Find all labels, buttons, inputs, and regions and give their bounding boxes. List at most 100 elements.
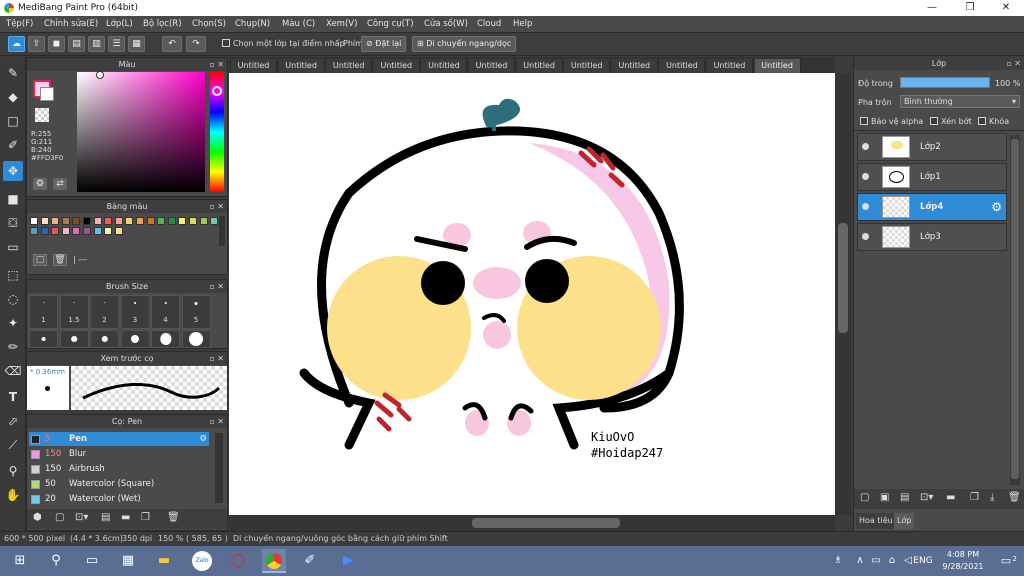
checkbox-box[interactable] xyxy=(222,39,230,47)
menu-select[interactable]: Chọn(S) xyxy=(192,19,226,29)
brush-item[interactable]: 5 Pen ⚙ xyxy=(29,432,209,446)
tab-untitled[interactable]: Untitled xyxy=(373,59,420,73)
delete-brush-icon[interactable]: 🗑 xyxy=(167,512,180,523)
brush-size-option[interactable]: 1 xyxy=(29,295,58,329)
panel-close-icon[interactable]: ▫ ✕ xyxy=(209,200,224,213)
brush-size-option[interactable]: 2 xyxy=(90,295,119,329)
task-view-icon[interactable]: ▭ xyxy=(80,549,104,573)
duplicate-icon[interactable]: ❐ xyxy=(141,512,150,523)
duplicate-layer-icon[interactable]: ❐ xyxy=(970,492,979,503)
saturation-value-picker[interactable] xyxy=(77,72,205,192)
color-switch-icon[interactable]: ⇄ xyxy=(53,178,67,190)
select-point-checkbox[interactable]: Chọn một lớp tại điểm nhấp xyxy=(222,39,345,48)
new-palette-icon[interactable]: ▢ xyxy=(33,254,47,266)
sub-color-swatch[interactable] xyxy=(40,87,54,101)
panel-close-icon[interactable]: ▫ ✕ xyxy=(209,58,224,71)
brush-settings-icon[interactable]: ▤ xyxy=(101,512,110,523)
tab-untitled[interactable]: Untitled xyxy=(564,59,611,73)
palette-swatch[interactable] xyxy=(93,217,102,225)
shape-tool-icon[interactable]: □ xyxy=(3,111,23,131)
tab-untitled[interactable]: Untitled xyxy=(326,59,373,73)
vertical-scrollbar[interactable] xyxy=(835,73,851,515)
eye-icon[interactable] xyxy=(862,233,869,240)
palette-swatch[interactable] xyxy=(125,217,134,225)
lasso-icon[interactable]: ◌ xyxy=(3,289,23,309)
alpha-lock-checkbox[interactable]: Bảo vệ alpha xyxy=(860,117,923,126)
brush-item[interactable]: 150 Blur xyxy=(29,447,209,461)
folder-icon[interactable]: ▬ xyxy=(121,512,130,523)
transparent-swatch[interactable] xyxy=(35,108,49,122)
tab-untitled[interactable]: Untitled xyxy=(421,59,468,73)
language-indicator[interactable]: ENG xyxy=(912,549,934,573)
list-icon[interactable]: ☰ xyxy=(108,36,125,52)
search-icon[interactable]: ⚲ xyxy=(44,549,68,573)
palette-swatch[interactable] xyxy=(136,217,144,225)
new-layer-icon[interactable]: ▢ xyxy=(860,492,869,503)
palette-swatch[interactable] xyxy=(30,227,38,235)
undo-icon[interactable]: ↶ xyxy=(162,36,182,52)
palette-scrollbar[interactable] xyxy=(219,216,225,246)
minimize-button[interactable]: — xyxy=(914,0,950,16)
brush-size-option[interactable]: 4 xyxy=(151,295,180,329)
divide-tool-icon[interactable]: ⟋ xyxy=(3,435,23,455)
layer-item[interactable]: Lớp2 xyxy=(857,133,1007,161)
add-brush-icon[interactable]: ⬢ xyxy=(33,512,42,523)
menu-layer[interactable]: Lớp(L) xyxy=(106,19,133,29)
new-halftone-layer-icon[interactable]: ▣ xyxy=(880,492,889,503)
new-brush-icon[interactable]: ▢ xyxy=(55,512,64,523)
palette-swatch[interactable] xyxy=(72,217,81,225)
palette-swatch[interactable] xyxy=(61,217,70,225)
palette-swatch[interactable] xyxy=(104,217,113,225)
lock-checkbox[interactable]: Khóa xyxy=(978,117,1009,126)
tab-untitled[interactable]: Untitled xyxy=(754,59,801,73)
brush-size-option[interactable] xyxy=(120,330,150,348)
brush-size-option[interactable] xyxy=(151,330,180,348)
tab-untitled[interactable]: Untitled xyxy=(516,59,563,73)
eraser-tool-icon[interactable]: ◆ xyxy=(3,87,23,107)
checkbox-box[interactable] xyxy=(930,117,938,125)
palette-swatch[interactable] xyxy=(167,217,176,225)
move-constraint-button[interactable]: ⊞ Di chuyển ngang/dọc xyxy=(412,36,517,52)
sv-cursor[interactable] xyxy=(96,71,104,79)
gradient-tool-icon[interactable]: ▭ xyxy=(3,237,23,257)
color-wheel-icon[interactable]: ❂ xyxy=(33,178,47,190)
tab-navigator[interactable]: Hoa tiêu xyxy=(856,513,896,529)
panel-close-icon[interactable]: ▫ ✕ xyxy=(1006,57,1021,70)
clip-checkbox[interactable]: Xén bớt xyxy=(930,117,972,126)
opacity-slider[interactable] xyxy=(900,77,990,88)
share-icon[interactable]: ⇪ xyxy=(28,36,45,52)
close-button[interactable]: ✕ xyxy=(988,0,1024,16)
menu-capture[interactable]: Chụp(N) xyxy=(235,19,270,29)
notification-icon[interactable]: ▭ 2 xyxy=(994,549,1018,573)
menu-filter[interactable]: Bộ lọc(R) xyxy=(143,19,182,29)
menu-view[interactable]: Xem(V) xyxy=(326,19,357,29)
brush-item[interactable]: 20 Watercolor (Wet) xyxy=(29,492,209,506)
layer-item-selected[interactable]: Lớp4 ⚙ xyxy=(857,193,1007,221)
select-rect-icon[interactable]: ⬚ xyxy=(3,265,23,285)
zalo-icon[interactable]: Zalo xyxy=(190,549,214,573)
menu-cloud[interactable]: Cloud xyxy=(477,19,501,29)
palette-swatch[interactable] xyxy=(114,227,123,235)
redo-icon[interactable]: ↷ xyxy=(186,36,206,52)
palette-swatch[interactable] xyxy=(199,217,208,225)
palette-swatch[interactable] xyxy=(104,227,113,235)
bucket-tool-icon[interactable]: ⛋ xyxy=(3,213,23,233)
palette-swatch[interactable] xyxy=(178,217,187,225)
brush-menu-icon[interactable]: ⊡▾ xyxy=(75,512,88,523)
clock[interactable]: 4:08 PM 9/28/2021 xyxy=(940,549,986,573)
palette-swatch[interactable] xyxy=(189,217,197,225)
brush-item[interactable]: 150 Airbrush xyxy=(29,462,209,476)
maximize-button[interactable]: ❐ xyxy=(952,0,988,16)
eye-icon[interactable] xyxy=(862,143,869,150)
layer-item[interactable]: Lớp1 xyxy=(857,163,1007,191)
palette-swatch[interactable] xyxy=(40,217,49,225)
eyedropper-icon[interactable]: ⚲ xyxy=(3,461,23,481)
gear-icon[interactable]: ⚙ xyxy=(199,432,207,446)
cloud-icon[interactable]: ☁ xyxy=(8,36,25,52)
horizontal-scrollbar[interactable] xyxy=(229,515,835,531)
palette-swatch[interactable] xyxy=(146,217,155,225)
panel-close-icon[interactable]: ▫ ✕ xyxy=(209,415,224,428)
zoom-app-icon[interactable]: ▶ xyxy=(336,549,360,573)
tab-untitled[interactable]: Untitled xyxy=(611,59,658,73)
palette-swatch[interactable] xyxy=(51,227,60,235)
